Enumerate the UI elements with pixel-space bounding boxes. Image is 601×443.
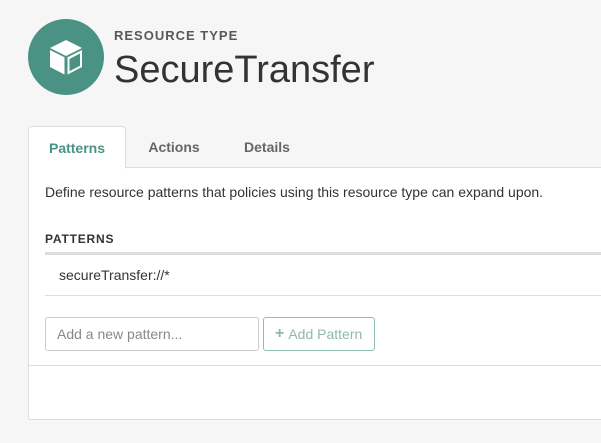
- add-pattern-button[interactable]: + Add Pattern: [263, 317, 376, 351]
- tab-actions[interactable]: Actions: [138, 126, 210, 168]
- resource-type-eyebrow: RESOURCE TYPE: [114, 28, 239, 43]
- patterns-list: secureTransfer://*: [45, 252, 601, 296]
- patterns-description: Define resource patterns that policies u…: [45, 184, 544, 200]
- plus-icon: +: [275, 325, 285, 342]
- tab-details[interactable]: Details: [233, 126, 301, 168]
- page-header: RESOURCE TYPE SecureTransfer: [28, 19, 374, 97]
- new-pattern-input[interactable]: [45, 317, 259, 351]
- panel-divider: [29, 365, 601, 366]
- patterns-panel: Define resource patterns that policies u…: [28, 167, 601, 420]
- header-text: RESOURCE TYPE SecureTransfer: [114, 19, 374, 92]
- add-pattern-row: + Add Pattern: [45, 317, 376, 351]
- cube-icon: [50, 40, 82, 75]
- resource-type-page: RESOURCE TYPE SecureTransfer Patterns Ac…: [0, 0, 601, 443]
- page-title: SecureTransfer: [114, 49, 375, 91]
- add-pattern-label: Add Pattern: [288, 326, 363, 342]
- tab-patterns[interactable]: Patterns: [28, 126, 126, 169]
- tab-bar: Patterns Actions Details: [28, 126, 601, 169]
- pattern-row: secureTransfer://*: [45, 255, 601, 296]
- patterns-heading: PATTERNS: [45, 232, 115, 246]
- resource-type-avatar: [28, 19, 104, 95]
